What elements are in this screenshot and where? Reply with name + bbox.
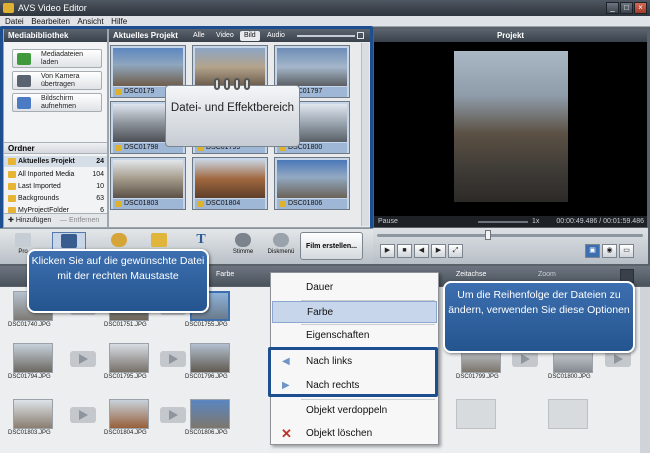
- fullscreen-button[interactable]: ⤢: [448, 244, 463, 258]
- projects-icon: [15, 233, 31, 247]
- area-label-text: Datei- und Effektbereich: [170, 102, 295, 114]
- app-icon: [3, 3, 14, 13]
- menu-item-delete[interactable]: ✕ Objekt löschen: [272, 423, 437, 445]
- binder-ring-icon: [214, 78, 220, 90]
- right-callout-text: Um die Reihenfolge der Dateien zu ändern…: [448, 289, 630, 316]
- clip-label: DSC01755.JPG: [185, 322, 228, 328]
- disc-menu-tool-button[interactable]: Diskmenü: [264, 232, 298, 262]
- delete-x-icon: ✕: [281, 426, 292, 441]
- timeline-clip[interactable]: DSC01794.JPG: [8, 343, 58, 385]
- preview-header: Projekt: [374, 29, 647, 42]
- transition-arrow-icon[interactable]: [512, 351, 538, 367]
- menu-item-properties[interactable]: Eigenschaften: [272, 325, 437, 347]
- timeline-clip[interactable]: DSC01795.JPG: [104, 343, 154, 385]
- menu-item-label: Objekt löschen: [306, 428, 373, 439]
- left-callout-text: Klicken Sie auf die gewünschte Datei mit…: [31, 255, 205, 282]
- effects-icon: [111, 233, 127, 247]
- create-film-button[interactable]: Film erstellen...: [300, 232, 363, 260]
- empty-clip-slot[interactable]: [456, 399, 496, 429]
- media-icon: [61, 234, 77, 248]
- disc-icon: [273, 233, 289, 247]
- microphone-icon: [235, 233, 251, 247]
- close-button[interactable]: ×: [634, 2, 647, 14]
- maximize-button[interactable]: □: [620, 2, 633, 14]
- timeline-clip[interactable]: DSC01803.JPG: [8, 399, 58, 441]
- clip-thumbnail: [190, 343, 230, 373]
- clip-label: DSC01800.JPG: [548, 374, 591, 380]
- binder-ring-icon: [244, 78, 250, 90]
- timeline-clip[interactable]: DSC01806.JPG: [185, 399, 235, 441]
- clip-label: DSC01740.JPG: [8, 322, 51, 328]
- clip-label: DSC01796.JPG: [185, 374, 228, 380]
- preview-panel: Projekt Pause 1x 00:00:49.486 / 00:01:59…: [373, 28, 648, 228]
- timeline-toggle[interactable]: Zeitachse: [456, 271, 486, 278]
- clip-thumbnail: [109, 399, 149, 429]
- playback-status: Pause: [378, 218, 398, 225]
- disc-menu-label: Diskmenü: [267, 249, 295, 255]
- transition-arrow-icon[interactable]: [70, 407, 96, 423]
- menu-item-duplicate[interactable]: Objekt verdoppeln: [272, 400, 437, 422]
- menu-item-label: Dauer: [306, 282, 334, 293]
- zoom-label: Zoom: [538, 271, 556, 278]
- timeline-scrollbar[interactable]: [640, 287, 650, 453]
- transition-arrow-icon[interactable]: [70, 351, 96, 367]
- timeline-color-label: Farbe: [216, 271, 235, 278]
- clip-label: DSC01803.JPG: [8, 430, 51, 436]
- menu-item-label: Farbe: [307, 307, 334, 318]
- time-display: 00:00:49.486 / 00:01:59.486: [556, 218, 644, 225]
- fit-view-icon[interactable]: ▣: [585, 244, 600, 258]
- seek-bar[interactable]: [377, 234, 643, 237]
- previous-frame-button[interactable]: ◀: [414, 244, 429, 258]
- clip-label: DSC01794.JPG: [8, 374, 51, 380]
- next-frame-button[interactable]: ▶: [431, 244, 446, 258]
- snapshot-icon[interactable]: ◉: [602, 244, 617, 258]
- play-button[interactable]: ▶: [380, 244, 395, 258]
- voice-tool-label: Stimme: [232, 249, 254, 255]
- stop-button[interactable]: ■: [397, 244, 412, 258]
- area-label-card: Datei- und Effektbereich: [165, 78, 300, 147]
- timeline-clip[interactable]: DSC01796.JPG: [185, 343, 235, 385]
- timeline-clip[interactable]: DSC01804.JPG: [104, 399, 154, 441]
- clip-label: DSC01795.JPG: [104, 374, 147, 380]
- clip-thumbnail: [13, 343, 53, 373]
- right-callout: Um die Reihenfolge der Dateien zu ändern…: [443, 281, 635, 353]
- clip-label: DSC01804.JPG: [104, 430, 147, 436]
- clip-thumbnail: [109, 343, 149, 373]
- create-film-label: Film erstellen...: [306, 243, 357, 250]
- binder-ring-icon: [224, 78, 230, 90]
- transition-arrow-icon[interactable]: [605, 351, 631, 367]
- move-options-highlight: [268, 347, 438, 397]
- binder-ring-icon: [234, 78, 240, 90]
- left-callout: Klicken Sie auf die gewünschte Datei mit…: [27, 249, 209, 313]
- speed-value: 1x: [532, 218, 540, 225]
- menu-item-label: Eigenschaften: [306, 330, 370, 341]
- transition-arrow-icon[interactable]: [160, 407, 186, 423]
- screen-icon[interactable]: ▭: [619, 244, 634, 258]
- seek-thumb[interactable]: [485, 230, 491, 240]
- minimize-button[interactable]: _: [606, 2, 619, 14]
- clip-thumbnail: [13, 399, 53, 429]
- text-t-icon: T: [196, 232, 206, 247]
- title-bar: AVS Video Editor _ □ ×: [0, 0, 650, 16]
- menu-item-duration[interactable]: Dauer: [272, 277, 437, 299]
- preview-image: [454, 51, 568, 202]
- preview-status-bar: Pause 1x 00:00:49.486 / 00:01:59.486: [374, 216, 647, 227]
- transition-arrow-icon[interactable]: [160, 351, 186, 367]
- window-title: AVS Video Editor: [18, 3, 87, 13]
- clip-label: DSC01799.JPG: [456, 374, 499, 380]
- transport-controls: ▶ ■ ◀ ▶ ⤢ ▣ ◉ ▭: [373, 228, 648, 264]
- empty-clip-slot[interactable]: [548, 399, 588, 429]
- clip-label: DSC01806.JPG: [185, 430, 228, 436]
- clip-label: DSC01751.JPG: [104, 322, 147, 328]
- menu-item-label: Objekt verdoppeln: [306, 405, 388, 416]
- menu-item-color[interactable]: Farbe: [272, 301, 437, 323]
- voice-tool-button[interactable]: Stimme: [226, 232, 260, 262]
- clip-thumbnail: [190, 399, 230, 429]
- transitions-icon: [151, 233, 167, 247]
- speed-slider[interactable]: [478, 221, 528, 223]
